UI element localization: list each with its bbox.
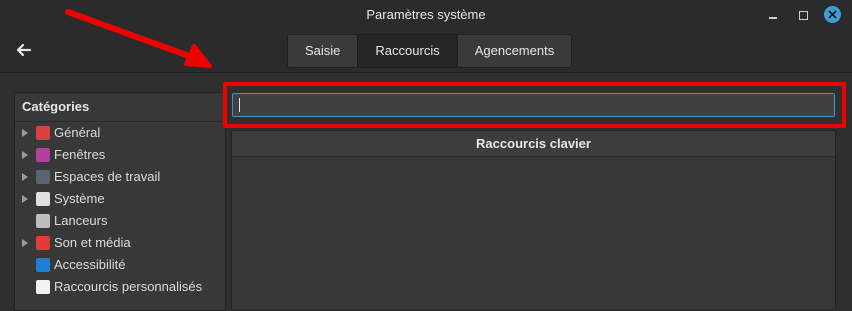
custom-shortcuts-icon bbox=[36, 280, 50, 294]
shortcuts-panel: Raccourcis clavier bbox=[231, 130, 836, 309]
category-label: Système bbox=[54, 191, 105, 206]
text-caret bbox=[239, 98, 240, 112]
category-custom-shortcuts[interactable]: Raccourcis personnalisés bbox=[15, 276, 225, 298]
sound-media-icon bbox=[36, 236, 50, 250]
accessibility-icon bbox=[36, 258, 50, 272]
category-label: Fenêtres bbox=[54, 147, 106, 162]
categories-list: Général Fenêtres Espaces de travail Système… bbox=[15, 122, 225, 298]
minimize-icon[interactable] bbox=[766, 8, 780, 22]
category-general[interactable]: Général bbox=[15, 122, 225, 144]
search-input[interactable] bbox=[233, 94, 850, 116]
window-title: Paramètres système bbox=[366, 7, 486, 22]
category-launchers[interactable]: Lanceurs bbox=[15, 210, 225, 232]
category-accessibility[interactable]: Accessibilité bbox=[15, 254, 225, 276]
system-icon bbox=[36, 192, 50, 206]
expander-icon[interactable] bbox=[22, 151, 28, 159]
back-arrow-icon bbox=[16, 43, 32, 57]
category-label: Accessibilité bbox=[54, 257, 126, 272]
title-bar: Paramètres système bbox=[0, 0, 852, 30]
search-field[interactable] bbox=[232, 93, 850, 117]
tab-raccourcis[interactable]: Raccourcis bbox=[358, 35, 458, 67]
category-windows[interactable]: Fenêtres bbox=[15, 144, 225, 166]
expander-icon[interactable] bbox=[22, 239, 28, 247]
general-icon bbox=[36, 126, 50, 140]
close-icon bbox=[828, 10, 837, 19]
expander-icon[interactable] bbox=[22, 173, 28, 181]
category-label: Son et média bbox=[54, 235, 131, 250]
category-workspaces[interactable]: Espaces de travail bbox=[15, 166, 225, 188]
categories-title: Catégories bbox=[15, 93, 225, 122]
workspaces-icon bbox=[36, 170, 50, 184]
launchers-icon bbox=[36, 214, 50, 228]
category-label: Espaces de travail bbox=[54, 169, 161, 184]
shortcuts-column-header: Raccourcis clavier bbox=[232, 131, 835, 157]
header-bar: Saisie Raccourcis Agencements bbox=[0, 30, 852, 73]
expander-icon[interactable] bbox=[22, 195, 28, 203]
tab-agencements[interactable]: Agencements bbox=[457, 35, 572, 67]
windows-icon bbox=[36, 148, 50, 162]
tab-bar: Saisie Raccourcis Agencements bbox=[287, 34, 573, 68]
category-sound-media[interactable]: Son et média bbox=[15, 232, 225, 254]
category-label: Général bbox=[54, 125, 101, 140]
back-button[interactable] bbox=[12, 40, 34, 60]
categories-sidebar: Catégories Général Fenêtres Espaces de tra… bbox=[14, 92, 226, 311]
maximize-icon[interactable] bbox=[796, 8, 810, 22]
tab-saisie[interactable]: Saisie bbox=[288, 35, 359, 67]
category-system[interactable]: Système bbox=[15, 188, 225, 210]
close-button[interactable] bbox=[824, 6, 841, 23]
expander-icon[interactable] bbox=[22, 129, 28, 137]
category-label: Lanceurs bbox=[54, 213, 108, 228]
category-label: Raccourcis personnalisés bbox=[54, 279, 203, 294]
